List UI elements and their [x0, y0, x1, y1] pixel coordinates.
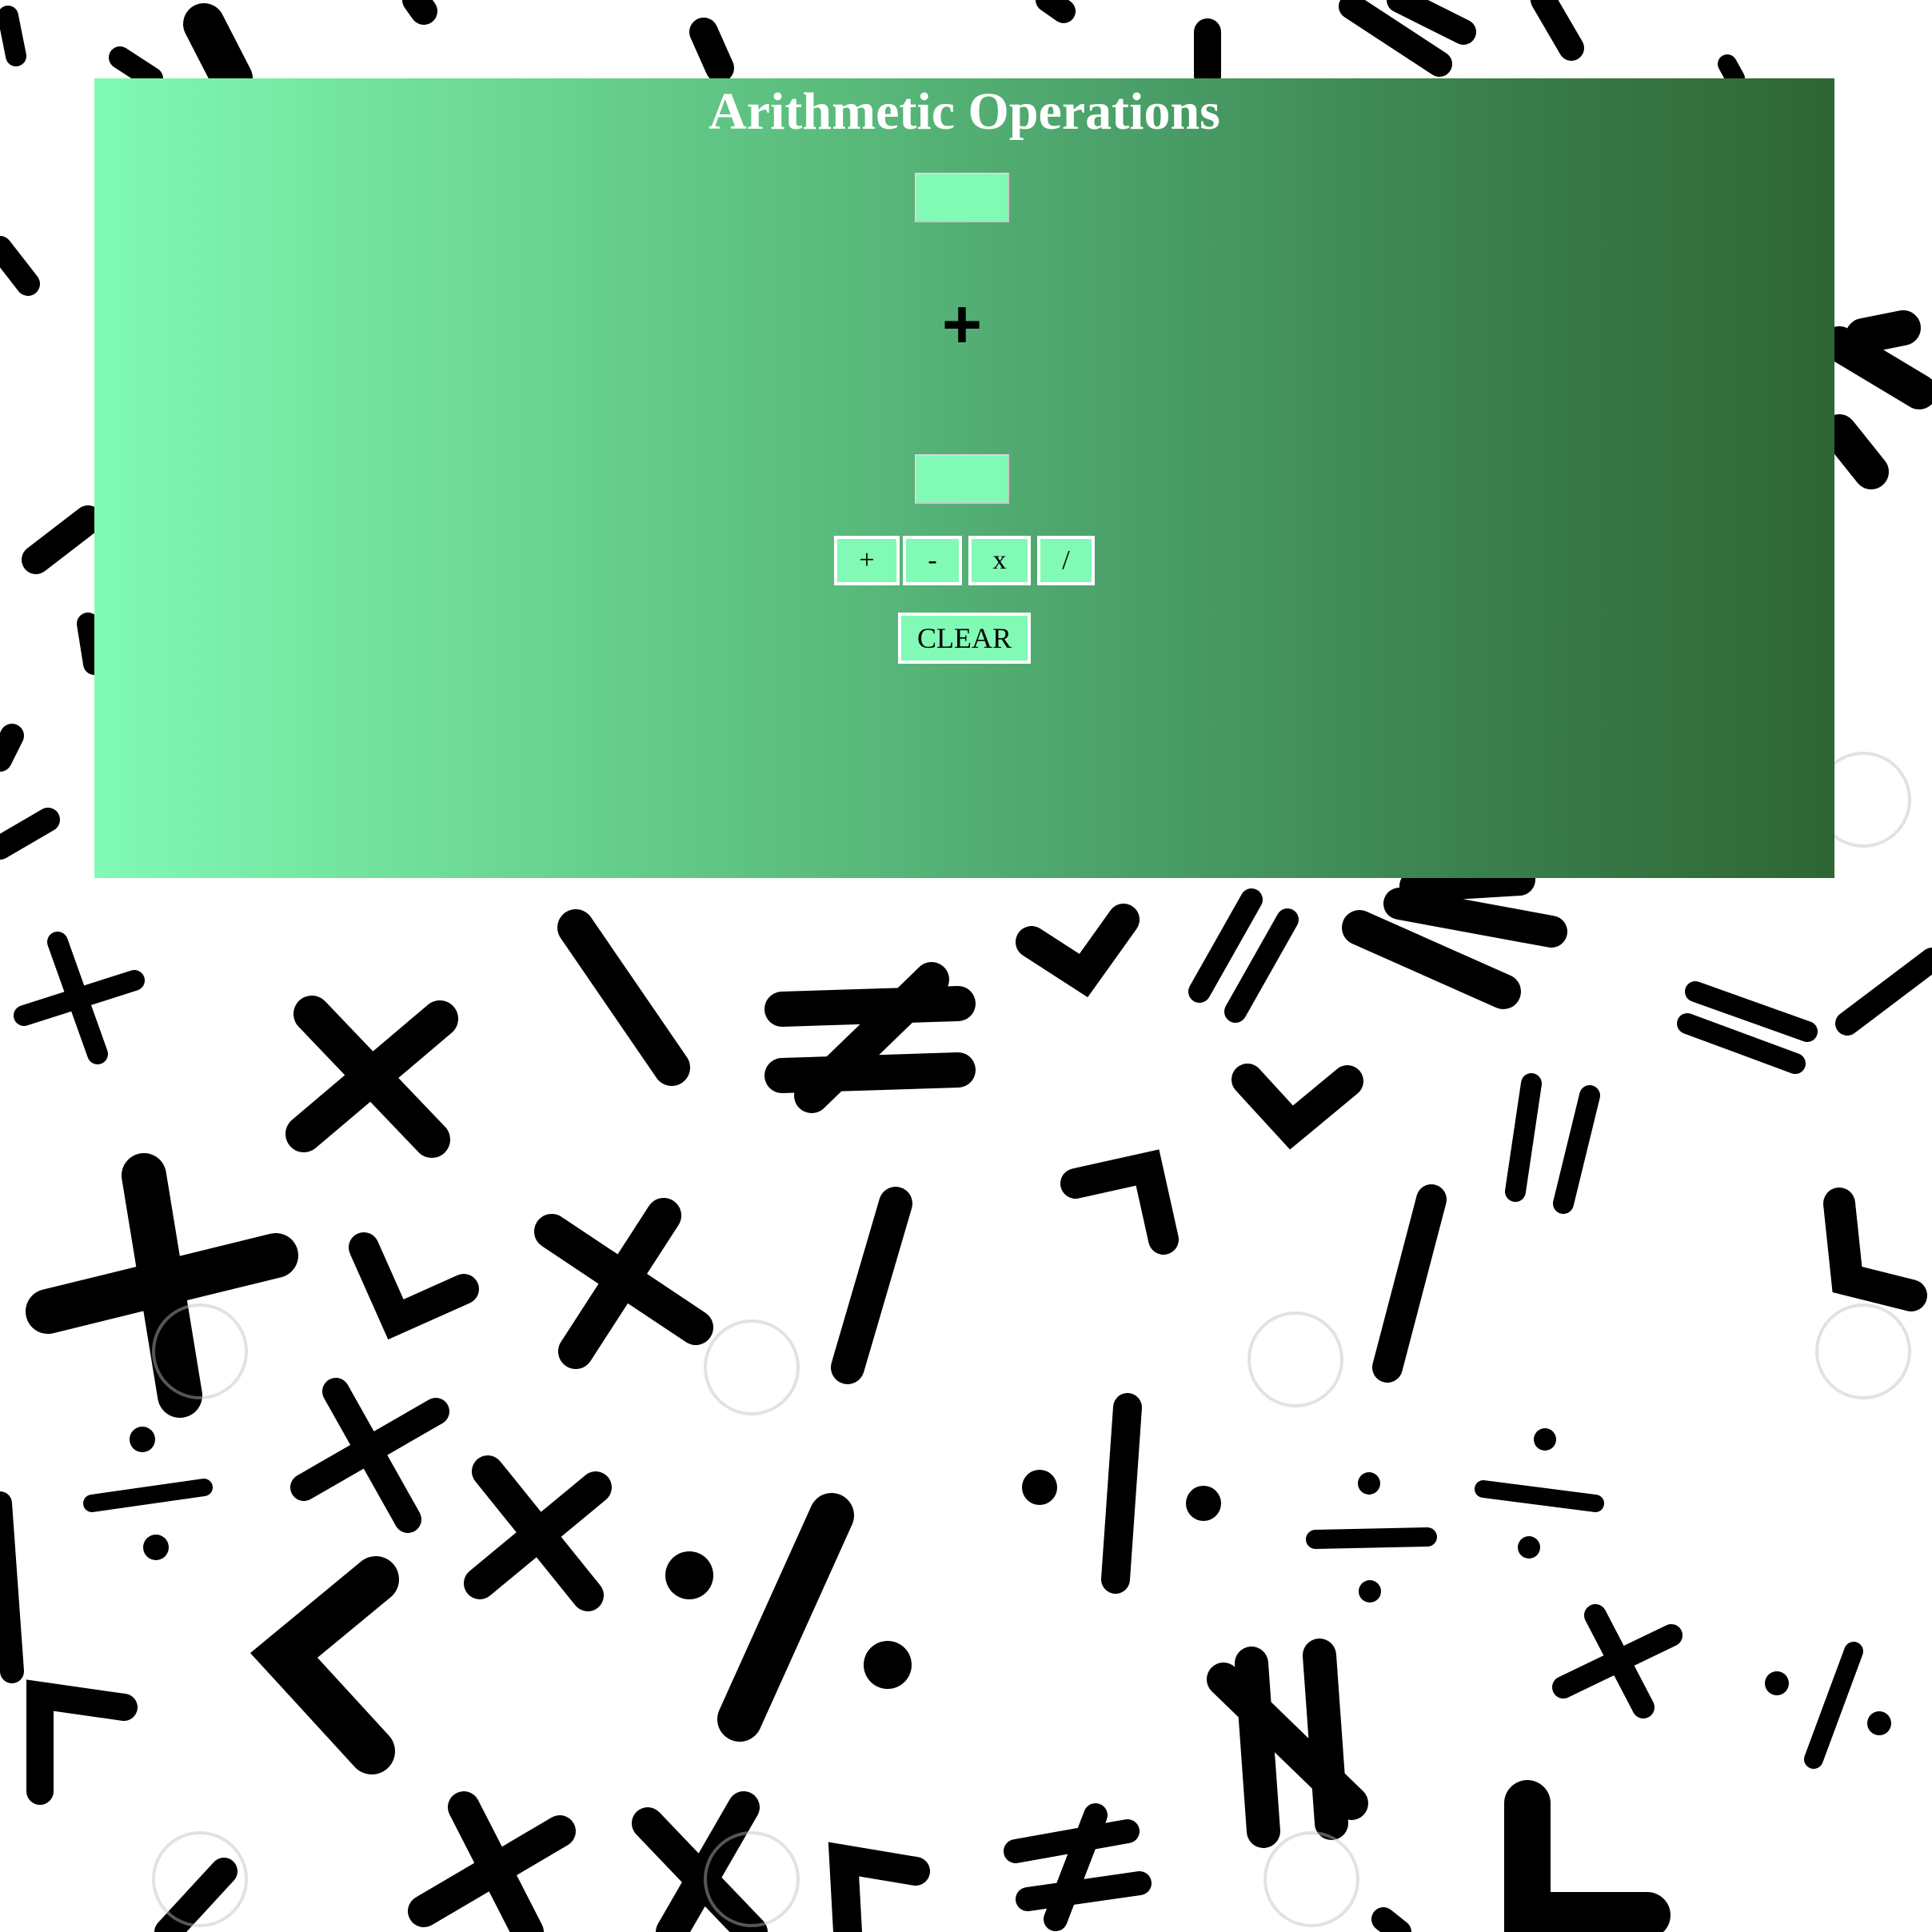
minus-icon — [831, 1187, 912, 1384]
minus-icon — [1835, 948, 1932, 1036]
minus-icon — [22, 505, 102, 574]
minus-icon — [0, 236, 40, 296]
second-number-input[interactable] — [915, 454, 1009, 504]
divide-icon — [1475, 1480, 1604, 1512]
minus-icon — [1372, 1184, 1447, 1383]
less-than-icon — [1823, 1188, 1927, 1311]
greater-than-icon — [26, 1679, 138, 1805]
minus-icon — [0, 6, 26, 66]
divide-icon — [717, 1493, 854, 1742]
add-button[interactable]: + — [834, 536, 900, 585]
first-number-input[interactable] — [915, 173, 1009, 222]
divide-button[interactable]: / — [1037, 536, 1095, 585]
divide-icon — [83, 1479, 213, 1512]
divide-icon — [130, 1427, 155, 1452]
equals-icon — [1387, 0, 1476, 45]
greater-than-icon — [1016, 904, 1140, 998]
divide-icon — [1765, 1671, 1789, 1695]
equals-icon — [1553, 1085, 1600, 1214]
watermark-camera-icon — [1247, 1311, 1343, 1407]
subtract-button[interactable]: - — [903, 536, 962, 585]
watermark-camera-icon — [1815, 1303, 1911, 1399]
divide-icon — [143, 1535, 169, 1560]
divide-icon — [1358, 1472, 1380, 1495]
equals-icon — [1505, 1073, 1542, 1202]
not-equal-icon — [1383, 888, 1567, 948]
operation-symbol-display: + — [941, 286, 983, 363]
watermark-camera-icon — [704, 1319, 800, 1415]
minus-icon — [77, 613, 106, 675]
minus-icon — [109, 46, 163, 90]
divide-icon — [864, 1641, 912, 1689]
minus-icon — [1822, 326, 1932, 409]
minus-icon — [1036, 0, 1076, 23]
less-than-icon — [1504, 1780, 1671, 1932]
greater-than-icon — [1060, 1149, 1179, 1255]
divide-icon — [1867, 1711, 1891, 1735]
less-than-icon — [249, 1556, 399, 1774]
minus-icon — [689, 18, 734, 82]
plus-icon — [26, 1233, 298, 1334]
minus-icon — [1531, 0, 1584, 61]
background-symbols-bottom — [0, 864, 1932, 1932]
minus-icon — [0, 808, 60, 860]
not-equal-icon — [1342, 910, 1521, 1009]
minus-icon — [0, 1491, 24, 1683]
background-symbols-top — [0, 0, 1745, 99]
divide-icon — [1359, 1580, 1381, 1603]
minus-icon — [1718, 54, 1745, 88]
calculator-panel: Arithmetic Operations + + - x / CLEAR — [94, 78, 1834, 878]
not-equal-icon — [764, 986, 976, 1027]
multiply-button[interactable]: x — [968, 536, 1031, 585]
divide-icon — [1101, 1393, 1142, 1594]
minus-icon — [183, 3, 253, 99]
not-equal-icon — [1399, 864, 1535, 902]
minus-icon — [1371, 1907, 1411, 1932]
not-equal-icon — [1016, 1871, 1152, 1911]
minus-icon — [402, 0, 437, 25]
minus-icon — [1846, 310, 1921, 353]
divide-icon — [1186, 1486, 1221, 1521]
minus-icon — [0, 724, 24, 772]
greater-than-icon — [828, 1842, 930, 1932]
minus-icon — [1822, 414, 1889, 489]
divide-icon — [1306, 1527, 1437, 1549]
clear-button[interactable]: CLEAR — [898, 613, 1031, 664]
divide-icon — [665, 1551, 713, 1599]
divide-icon — [1534, 1428, 1556, 1451]
less-than-icon — [349, 1232, 479, 1340]
watermark-camera-icon — [1263, 1831, 1359, 1927]
minus-icon — [557, 909, 690, 1086]
divide-icon — [1022, 1470, 1057, 1505]
divide-icon — [1518, 1536, 1540, 1559]
page-title: Arithmetic Operations — [709, 82, 1220, 141]
divide-icon — [1804, 1642, 1863, 1769]
less-than-icon — [1231, 1064, 1363, 1150]
